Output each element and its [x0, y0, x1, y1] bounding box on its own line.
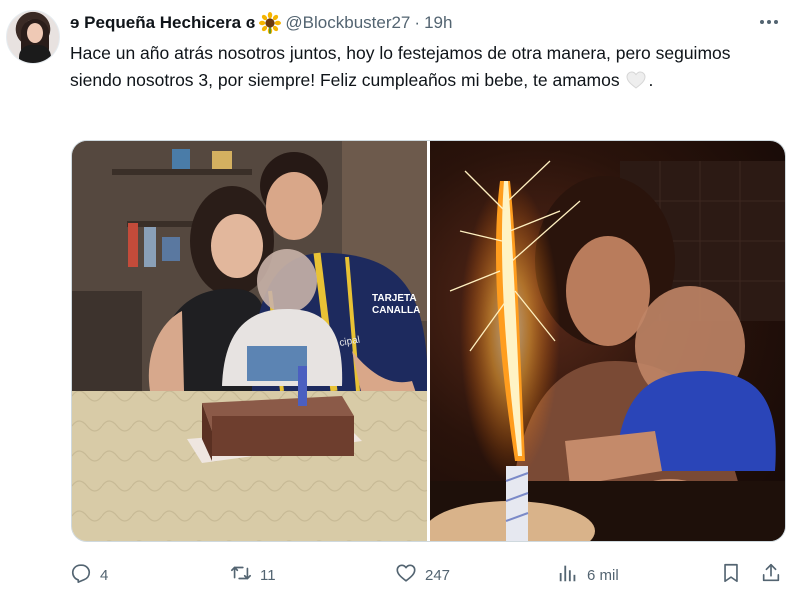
jersey-text-1: TARJETA: [372, 293, 417, 304]
jersey-text-2: CANALLA: [372, 305, 420, 316]
media-grid: TARJETA CANALLA cipal: [71, 140, 786, 542]
separator-dot: ·: [414, 13, 421, 32]
author-handle[interactable]: @Blockbuster27: [285, 13, 410, 33]
photo-sparkler-candle[interactable]: [430, 141, 785, 541]
views-count: 6 mil: [587, 566, 619, 584]
like-count: 247: [425, 566, 451, 584]
avatar[interactable]: [6, 10, 60, 64]
retweet-button[interactable]: 11: [230, 562, 276, 588]
like-button[interactable]: 247: [395, 562, 450, 588]
share-icon: [760, 562, 782, 588]
bookmark-icon: [720, 562, 742, 588]
sunflower-icon: [259, 12, 282, 34]
views-icon: [557, 562, 579, 588]
share-button[interactable]: [760, 562, 782, 588]
retweet-count: 11: [260, 566, 276, 584]
timestamp[interactable]: 19h: [424, 13, 452, 33]
reply-button[interactable]: 4: [70, 562, 108, 588]
display-name[interactable]: ɘ Pequeña Hechicera ɞ: [70, 13, 255, 33]
tweet-actions: 4 11 247 6 mil: [70, 560, 788, 588]
retweet-icon: [230, 562, 252, 588]
tweet-header: ɘ Pequeña Hechicera ɞ @Blockbuster27 · 1…: [70, 12, 452, 34]
reply-icon: [70, 562, 92, 588]
photo-birthday-cake[interactable]: TARJETA CANALLA cipal: [72, 141, 427, 541]
tweet-end: .: [648, 70, 654, 90]
more-icon[interactable]: [756, 12, 782, 32]
like-icon: [395, 562, 417, 588]
reply-count: 4: [100, 566, 109, 584]
white-heart-icon: [626, 70, 646, 89]
tweet-text: Hace un año atrás nosotros juntos, hoy l…: [70, 40, 782, 94]
views-button[interactable]: 6 mil: [557, 562, 619, 588]
bookmark-button[interactable]: [720, 562, 742, 588]
